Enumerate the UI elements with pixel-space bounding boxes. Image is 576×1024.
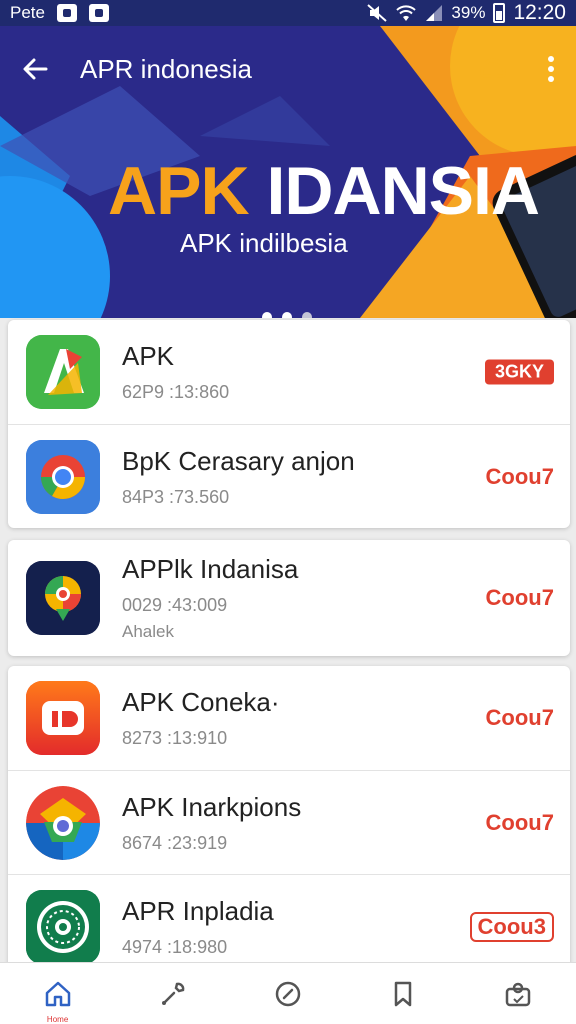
android-app-icon	[26, 335, 100, 409]
signal-icon	[426, 5, 443, 21]
app-name: APR Inpladia	[122, 895, 274, 926]
nav-tools[interactable]	[115, 963, 230, 1024]
nav-home[interactable]: Home	[0, 963, 115, 1024]
banner-subtitle: APK indilbesia	[180, 228, 348, 258]
banner-title-accent: APK	[108, 153, 250, 229]
nav-saved[interactable]	[346, 963, 461, 1024]
bottom-nav: Home	[0, 962, 576, 1024]
app-meta: 84P3 :73.560	[122, 486, 230, 507]
app-row[interactable]: APR Inpladia 4974 :18:980 Coou3	[8, 874, 570, 976]
notification-icon	[56, 4, 77, 22]
app-bar: APR indonesia	[0, 26, 576, 112]
nav-explore[interactable]	[230, 963, 345, 1024]
colorful-pin-icon	[26, 561, 100, 635]
page-title: APR indonesia	[80, 53, 252, 84]
carousel-indicator[interactable]	[262, 312, 312, 318]
google-drive-icon	[26, 785, 100, 860]
app-card-group-2: APPlk Indanisa 0029 :43:009 Ahalek Coou7	[8, 540, 570, 656]
app-action-button[interactable]: Coou7	[486, 705, 554, 731]
shield-notification-icon	[88, 4, 109, 22]
app-card-group-3: APK Coneka· 8273 :13:910 Coou7 APK Inark…	[8, 666, 570, 976]
compass-icon	[275, 981, 301, 1006]
app-row[interactable]: APPlk Indanisa 0029 :43:009 Ahalek Coou7	[8, 540, 570, 656]
banner-title-main: IDANSIA	[248, 153, 540, 229]
status-bar: Pete 39% 12:20	[0, 0, 576, 26]
battery-percent: 39%	[451, 3, 486, 22]
app-name: APK	[122, 341, 175, 371]
home-icon	[45, 981, 70, 1006]
app-meta: 62P9 :13:860	[122, 382, 230, 402]
emblem-icon	[26, 889, 100, 964]
wrench-icon	[161, 982, 185, 1005]
app-meta: 4974 :18:980	[122, 936, 228, 957]
clock: 12:20	[513, 1, 566, 24]
app-action-button[interactable]: Coou7	[486, 464, 554, 490]
battery-icon	[493, 3, 506, 23]
app-row[interactable]: BpK Cerasary anjon 84P3 :73.560 Coou7	[8, 424, 570, 528]
app-meta: 8273 :13:910	[122, 728, 228, 748]
mute-icon	[367, 4, 388, 22]
app-extra: Ahalek	[122, 622, 174, 641]
nav-home-label: Home	[46, 1015, 69, 1024]
carousel-dot[interactable]	[262, 312, 272, 318]
app-name: APK Coneka·	[122, 687, 280, 717]
bookmark-icon	[394, 981, 412, 1006]
app-action-button[interactable]: Coou7	[486, 810, 554, 836]
app-name: APK Inarkpions	[122, 791, 302, 822]
app-row[interactable]: APK 62P9 :13:860 3GKY	[8, 320, 570, 424]
refresh-icon[interactable]	[476, 52, 510, 86]
app-action-button[interactable]: Coou3	[469, 911, 554, 942]
more-vertical-icon[interactable]	[546, 54, 556, 84]
banner-title: APK IDANSIA	[108, 152, 540, 230]
chrome-icon	[26, 439, 100, 514]
app-action-button[interactable]: 3GKY	[484, 359, 554, 385]
video-app-icon	[26, 681, 100, 755]
user-icon	[506, 982, 531, 1006]
app-meta: 8674 :23:919	[122, 832, 228, 853]
carousel-dot[interactable]	[302, 312, 312, 318]
status-left-text: Pete	[10, 3, 45, 22]
app-card-group-1: APK 62P9 :13:860 3GKY BpK Cerasary anjon…	[8, 320, 570, 528]
app-action-button[interactable]: Coou7	[486, 585, 554, 611]
app-row[interactable]: APK Coneka· 8273 :13:910 Coou7	[8, 666, 570, 770]
app-row[interactable]: APK Inarkpions 8674 :23:919 Coou7	[8, 770, 570, 874]
arrow-left-icon[interactable]	[20, 54, 50, 84]
app-name: BpK Cerasary anjon	[122, 445, 355, 476]
wifi-icon	[396, 5, 417, 21]
app-name: APPlk Indanisa	[122, 554, 299, 584]
app-meta: 0029 :43:009	[122, 595, 228, 615]
carousel-dot[interactable]	[282, 312, 292, 318]
nav-account[interactable]	[461, 963, 576, 1024]
